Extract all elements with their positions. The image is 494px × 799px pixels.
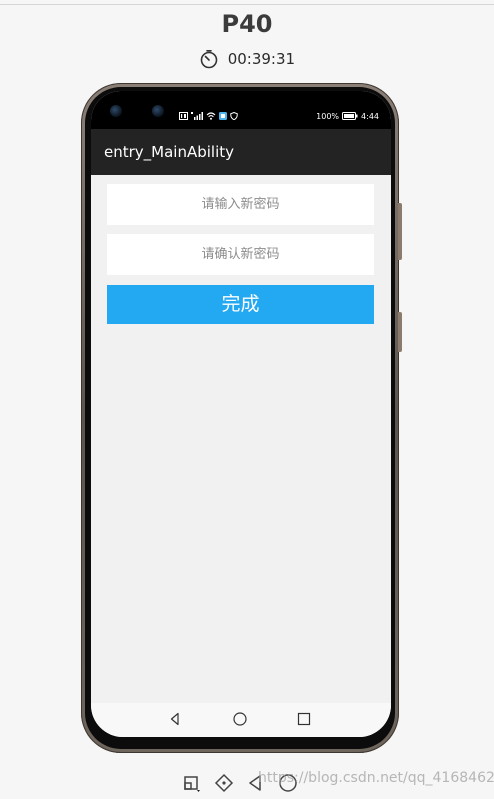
new-password-input[interactable] [107, 184, 374, 225]
stopwatch-icon [200, 49, 218, 69]
top-divider [0, 4, 494, 5]
battery-percent: 100% [316, 111, 340, 121]
phone-screen: 100% 4:44 entry_MainAbility 完成 [91, 91, 391, 737]
recent-apps-icon[interactable] [296, 711, 312, 727]
done-button[interactable]: 完成 [107, 285, 374, 324]
back-icon[interactable] [167, 711, 183, 727]
home-icon[interactable] [232, 711, 248, 727]
front-camera-icon [110, 105, 122, 117]
screen-mode-icon[interactable] [182, 772, 204, 794]
rotate-icon[interactable] [213, 772, 235, 794]
session-timer: 00:39:31 [0, 49, 494, 69]
status-right: 100% 4:44 [316, 110, 379, 122]
password-form: 完成 [91, 175, 391, 703]
status-indicators [179, 111, 238, 121]
volume-button[interactable] [398, 203, 402, 260]
hd-icon [179, 112, 188, 120]
power-button[interactable] [398, 312, 402, 352]
shield-icon [230, 112, 238, 120]
app-notification-icon [219, 112, 227, 120]
front-camera-secondary-icon [152, 105, 164, 117]
signal-icon [191, 112, 203, 120]
app-title: entry_MainAbility [104, 143, 235, 161]
app-title-bar: entry_MainAbility [91, 129, 391, 175]
simulator-window: P40 00:39:31 100% 4:44 entry_MainAbility… [0, 0, 494, 799]
battery-icon [342, 112, 358, 120]
status-time: 4:44 [361, 111, 379, 121]
device-name: P40 [221, 10, 273, 38]
confirm-password-input[interactable] [107, 234, 374, 275]
status-bar: 100% 4:44 [91, 91, 391, 129]
navigation-bar [91, 703, 391, 737]
watermark: https://blog.csdn.net/qq_41684621 [258, 770, 494, 786]
wifi-icon [206, 112, 216, 120]
timer-text: 00:39:31 [227, 50, 296, 68]
